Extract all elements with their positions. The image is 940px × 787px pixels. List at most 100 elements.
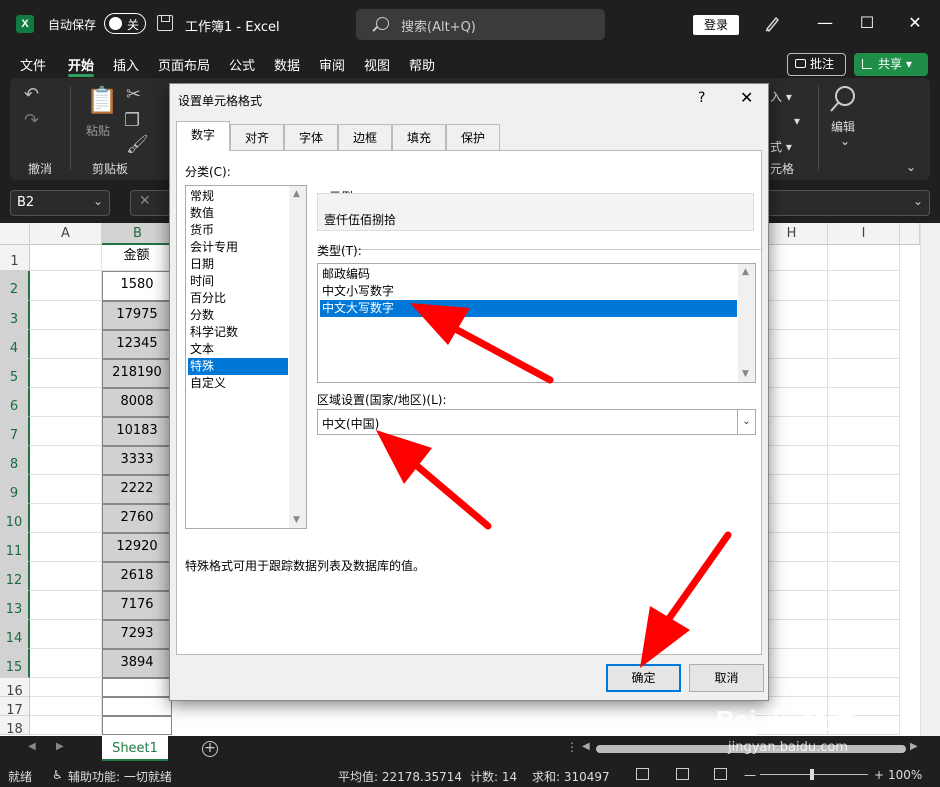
row-header[interactable]: 14 bbox=[0, 620, 30, 649]
menu-review[interactable]: 审阅 bbox=[319, 55, 345, 74]
cancel-icon[interactable]: ✕ bbox=[139, 193, 151, 209]
cell-a[interactable] bbox=[30, 271, 102, 301]
row-header[interactable]: 3 bbox=[0, 301, 30, 330]
copy-icon[interactable]: ❐ bbox=[124, 110, 140, 131]
vertical-scrollbar[interactable] bbox=[920, 223, 940, 736]
ribbon-partial-format[interactable]: 式 ▾ bbox=[770, 138, 792, 155]
cancel-button[interactable]: 取消 bbox=[689, 664, 764, 692]
cell-b-value[interactable]: 7176 bbox=[102, 591, 172, 620]
cell-b-value[interactable]: 1580 bbox=[102, 271, 172, 301]
cell-i[interactable] bbox=[828, 271, 900, 301]
zoom-in-button[interactable]: + bbox=[874, 768, 884, 782]
cell-b-header[interactable]: 金额 bbox=[102, 245, 172, 271]
cell-a[interactable] bbox=[30, 533, 102, 562]
column-header-a[interactable]: A bbox=[30, 223, 102, 245]
autosave-toggle[interactable]: 关 bbox=[104, 13, 146, 34]
cell-i[interactable] bbox=[828, 504, 900, 533]
category-scrollbar[interactable]: ▲ ▼ bbox=[289, 186, 306, 528]
cell-i[interactable] bbox=[828, 649, 900, 678]
next-sheet-icon[interactable]: ▶ bbox=[56, 741, 64, 752]
menu-data[interactable]: 数据 bbox=[274, 55, 300, 74]
cell-b-value[interactable]: 2618 bbox=[102, 562, 172, 591]
maximize-button[interactable]: ☐ bbox=[858, 14, 876, 32]
scroll-up-icon[interactable]: ▲ bbox=[293, 189, 300, 199]
cell-i[interactable] bbox=[828, 417, 900, 446]
tab-font[interactable]: 字体 bbox=[284, 124, 338, 150]
normal-view-icon[interactable] bbox=[636, 768, 649, 780]
cell-b-empty[interactable] bbox=[102, 678, 172, 697]
scroll-down-icon[interactable]: ▼ bbox=[293, 515, 300, 525]
type-item[interactable]: 中文大写数字 bbox=[320, 300, 737, 317]
cell-a[interactable] bbox=[30, 562, 102, 591]
category-item[interactable]: 会计专用 bbox=[188, 239, 288, 256]
cell-a[interactable] bbox=[30, 301, 102, 330]
cell-b-value[interactable]: 2222 bbox=[102, 475, 172, 504]
cell-i[interactable] bbox=[828, 388, 900, 417]
help-button[interactable]: ? bbox=[698, 90, 705, 106]
save-icon[interactable] bbox=[157, 15, 173, 31]
cell-a[interactable] bbox=[30, 475, 102, 504]
row-header[interactable]: 2 bbox=[0, 271, 30, 301]
category-item[interactable]: 文本 bbox=[188, 341, 288, 358]
category-item[interactable]: 数值 bbox=[188, 205, 288, 222]
type-item[interactable]: 邮政编码 bbox=[320, 266, 737, 283]
add-sheet-icon[interactable]: + bbox=[202, 741, 218, 757]
tab-protection[interactable]: 保护 bbox=[446, 124, 500, 150]
prev-sheet-icon[interactable]: ◀ bbox=[28, 741, 36, 752]
menu-page-layout[interactable]: 页面布局 bbox=[158, 55, 210, 74]
category-item[interactable]: 分数 bbox=[188, 307, 288, 324]
type-scrollbar[interactable]: ▲ ▼ bbox=[738, 264, 755, 382]
cell-b-value[interactable]: 10183 bbox=[102, 417, 172, 446]
category-item[interactable]: 日期 bbox=[188, 256, 288, 273]
category-item[interactable]: 特殊 bbox=[188, 358, 288, 375]
cell-i[interactable] bbox=[828, 591, 900, 620]
type-list[interactable]: 邮政编码 中文小写数字 中文大写数字 ▲ ▼ bbox=[317, 263, 756, 383]
cell-b-value[interactable]: 218190 bbox=[102, 359, 172, 388]
search-box[interactable]: 搜索(Alt+Q) bbox=[356, 9, 605, 40]
status-count[interactable]: 计数: 14 bbox=[470, 768, 517, 785]
cell-i[interactable] bbox=[828, 533, 900, 562]
cell-i[interactable] bbox=[828, 330, 900, 359]
row-header[interactable]: 1 bbox=[0, 245, 30, 271]
cell-i[interactable] bbox=[828, 359, 900, 388]
zoom-slider-thumb[interactable] bbox=[810, 769, 814, 780]
category-item[interactable]: 货币 bbox=[188, 222, 288, 239]
cell-b-value[interactable]: 8008 bbox=[102, 388, 172, 417]
cell-a[interactable] bbox=[30, 591, 102, 620]
ok-button[interactable]: 确定 bbox=[606, 664, 681, 692]
undo-icon[interactable]: ↶ bbox=[24, 84, 39, 105]
category-item[interactable]: 百分比 bbox=[188, 290, 288, 307]
row-header[interactable]: 13 bbox=[0, 591, 30, 620]
paste-icon[interactable]: 📋 bbox=[86, 86, 118, 116]
row-header[interactable]: 10 bbox=[0, 504, 30, 533]
cell-a[interactable] bbox=[30, 649, 102, 678]
menu-formulas[interactable]: 公式 bbox=[229, 55, 255, 74]
category-item[interactable]: 自定义 bbox=[188, 375, 288, 392]
category-item[interactable]: 时间 bbox=[188, 273, 288, 290]
row-header[interactable]: 6 bbox=[0, 388, 30, 417]
cell-b-empty[interactable] bbox=[102, 697, 172, 716]
locale-select[interactable]: 中文(中国) ⌄ bbox=[317, 409, 756, 435]
tab-number[interactable]: 数字 bbox=[176, 121, 230, 151]
menu-insert[interactable]: 插入 bbox=[113, 55, 139, 74]
editing-group-label[interactable]: 编辑 bbox=[831, 118, 855, 135]
column-header-b[interactable]: B bbox=[102, 223, 174, 245]
cell-b-value[interactable]: 12345 bbox=[102, 330, 172, 359]
row-header[interactable]: 9 bbox=[0, 475, 30, 504]
cell-a[interactable] bbox=[30, 678, 102, 697]
menu-view[interactable]: 视图 bbox=[364, 55, 390, 74]
row-header[interactable]: 16 bbox=[0, 678, 30, 699]
cell-b-empty[interactable] bbox=[102, 716, 172, 735]
cell-a[interactable] bbox=[30, 388, 102, 417]
type-item[interactable]: 中文小写数字 bbox=[320, 283, 737, 300]
cell-a[interactable] bbox=[30, 504, 102, 533]
row-header[interactable]: 17 bbox=[0, 697, 30, 718]
pen-icon[interactable] bbox=[764, 14, 780, 32]
tab-border[interactable]: 边框 bbox=[338, 124, 392, 150]
ribbon-partial-dropdown[interactable]: ▾ bbox=[794, 114, 800, 128]
cell-a[interactable] bbox=[30, 716, 102, 735]
tab-alignment[interactable]: 对齐 bbox=[230, 124, 284, 150]
comment-button[interactable]: 批注 bbox=[787, 53, 846, 76]
row-header[interactable]: 18 bbox=[0, 716, 30, 737]
cell-i[interactable] bbox=[828, 562, 900, 591]
